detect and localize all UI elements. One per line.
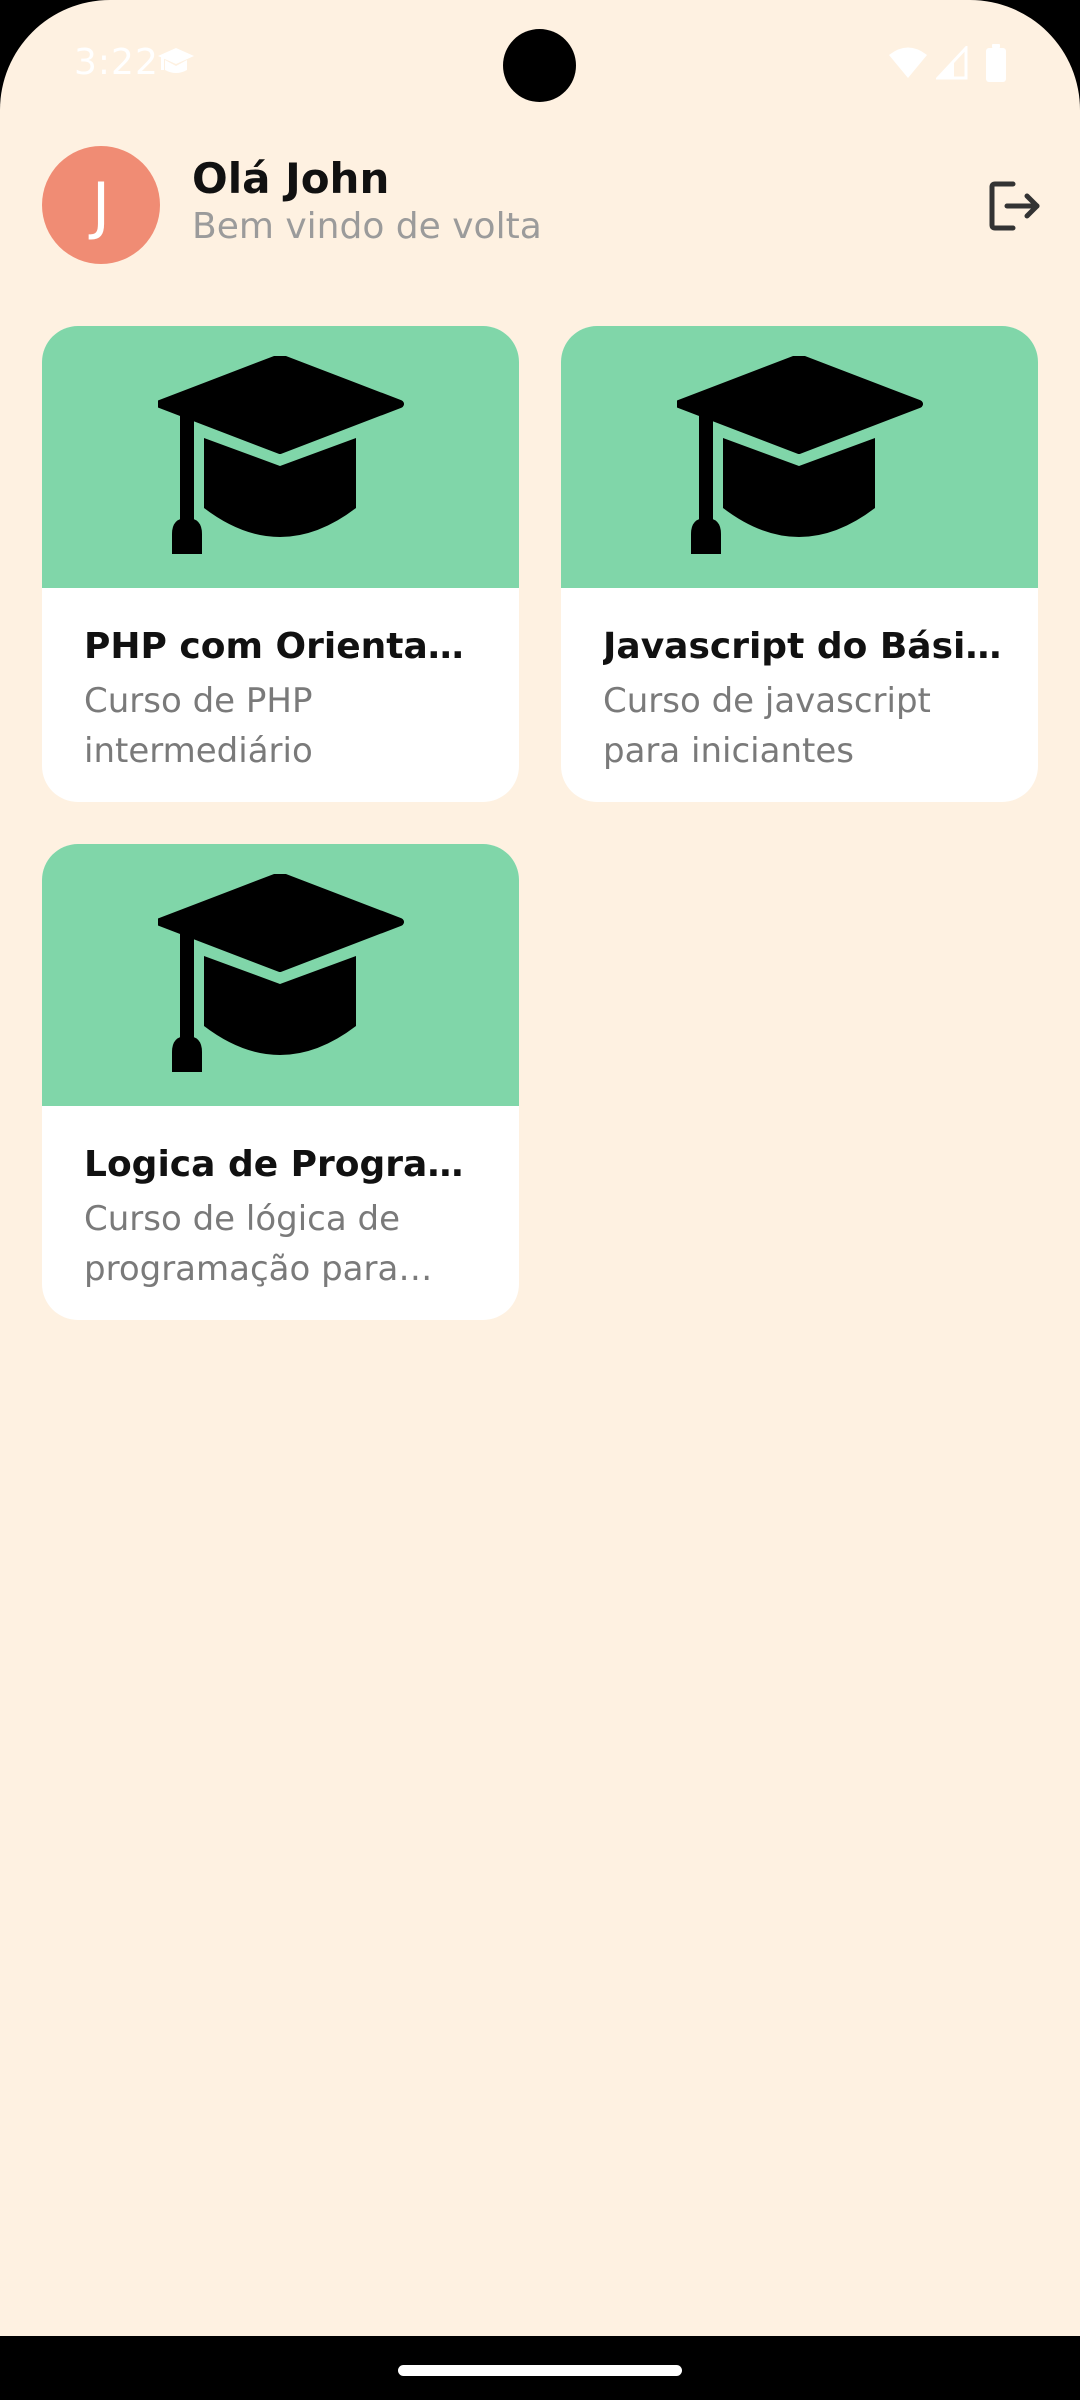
header: J Olá John Bem vindo de volta	[0, 140, 1080, 270]
wifi-icon	[889, 47, 927, 78]
status-bar: 3:22	[0, 0, 1080, 130]
app-screen: 3:22 J Olá John Bem vindo de volta PHP c…	[0, 0, 1080, 2336]
course-banner	[42, 844, 519, 1106]
graduation-cap-icon	[158, 356, 404, 554]
course-banner	[42, 326, 519, 588]
course-description: Curso de javascript para iniciantes	[603, 681, 931, 771]
course-description: Curso de lógica de programação para inic…	[84, 1199, 401, 1289]
course-description: Curso de PHP intermediário	[84, 681, 313, 771]
course-card[interactable]: PHP com Orientação a Objetos Curso de PH…	[42, 326, 519, 802]
battery-icon	[986, 44, 1006, 82]
home-indicator[interactable]	[398, 2365, 682, 2376]
graduation-cap-icon	[158, 874, 404, 1072]
graduation-cap-icon	[158, 48, 194, 73]
graduation-cap-icon	[677, 356, 923, 554]
status-time: 3:22	[74, 42, 159, 83]
greeting-title: Olá John	[192, 154, 390, 203]
front-camera	[503, 29, 576, 102]
avatar[interactable]: J	[42, 146, 160, 264]
course-card[interactable]: Javascript do Básico Curso de javascript…	[561, 326, 1038, 802]
course-title: PHP com Orientação a Objetos	[84, 626, 484, 667]
course-card[interactable]: Logica de Programação Curso de lógica de…	[42, 844, 519, 1320]
course-title: Javascript do Básico	[603, 626, 1003, 667]
course-banner	[561, 326, 1038, 588]
greeting-subtitle: Bem vindo de volta	[192, 206, 542, 247]
logout-icon[interactable]	[985, 176, 1045, 236]
signal-icon	[936, 46, 968, 80]
course-title: Logica de Programação	[84, 1144, 484, 1185]
avatar-initial: J	[91, 168, 111, 242]
